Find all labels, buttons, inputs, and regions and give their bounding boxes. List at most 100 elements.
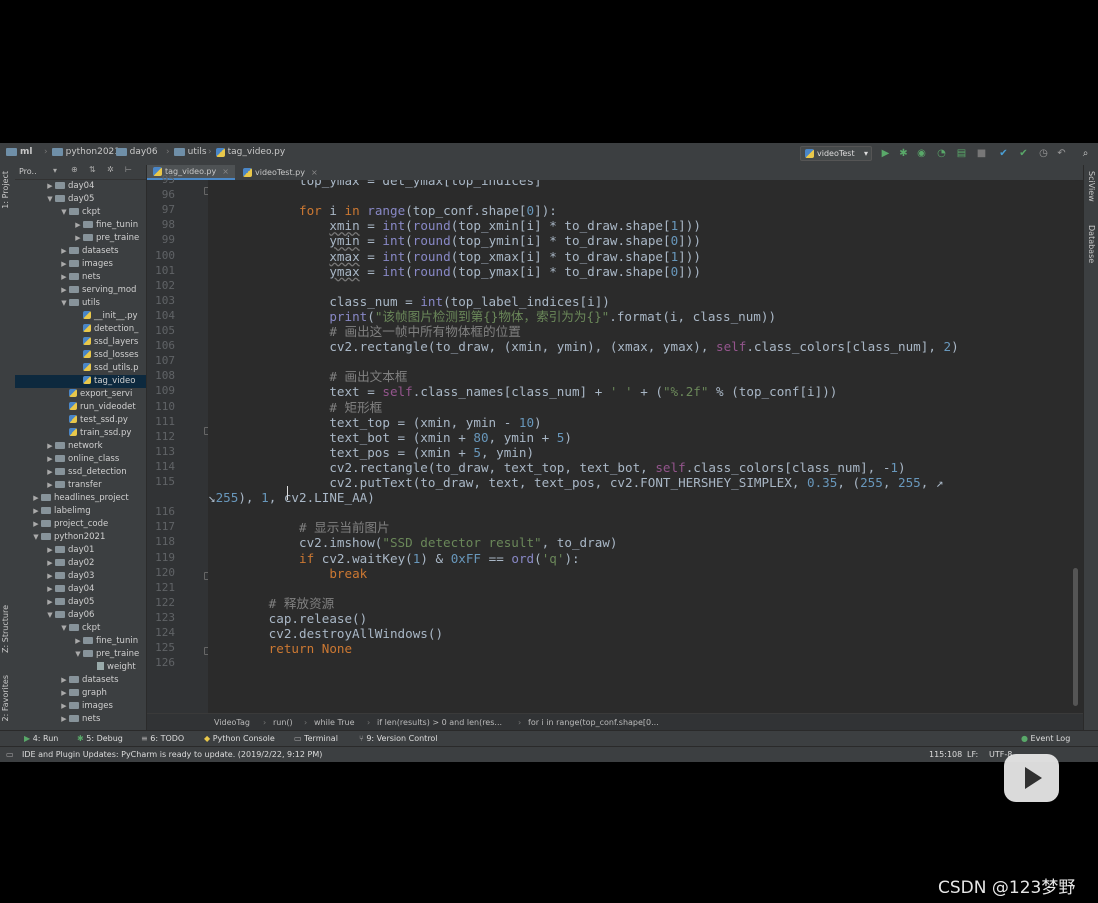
collapsed-arrow-icon[interactable]: ▶: [73, 219, 83, 232]
breadcrumb-class[interactable]: VideoTag: [214, 714, 250, 731]
collapsed-arrow-icon[interactable]: ▶: [59, 700, 69, 713]
collapsed-arrow-icon[interactable]: ▶: [45, 440, 55, 453]
nav-crumb-file[interactable]: › tag_video.py: [204, 147, 285, 157]
version-control-tool-button[interactable]: ⑂ 9: Version Control: [359, 731, 438, 747]
breadcrumb-method[interactable]: run(): [273, 714, 293, 731]
project-tool-tab[interactable]: 1: Project: [1, 171, 10, 209]
run-tool-button[interactable]: ▶ 4: Run: [24, 731, 58, 747]
collapsed-arrow-icon[interactable]: ▶: [45, 180, 55, 193]
status-message[interactable]: IDE and Plugin Updates: PyCharm is ready…: [22, 747, 322, 762]
event-log-button[interactable]: ● Event Log: [1021, 731, 1070, 747]
tree-item[interactable]: ssd_utils.p: [15, 362, 146, 375]
debug-icon[interactable]: ✱: [898, 148, 909, 159]
tree-item[interactable]: ▶ graph: [15, 687, 146, 700]
tree-item[interactable]: run_videodet: [15, 401, 146, 414]
collapsed-arrow-icon[interactable]: ▶: [45, 479, 55, 492]
notification-icon[interactable]: ▭: [6, 747, 14, 762]
tree-item[interactable]: weight: [15, 661, 146, 674]
tree-item[interactable]: ▶ nets: [15, 271, 146, 284]
tree-item[interactable]: ▶ headlines_project: [15, 492, 146, 505]
breadcrumb-if[interactable]: if len(results) > 0 and len(res...: [377, 714, 502, 731]
tree-item[interactable]: ▼ pre_traine: [15, 648, 146, 661]
collapsed-arrow-icon[interactable]: ▶: [45, 544, 55, 557]
tree-item[interactable]: ▶ transfer: [15, 479, 146, 492]
expanded-arrow-icon[interactable]: ▼: [45, 193, 55, 206]
expanded-arrow-icon[interactable]: ▼: [45, 609, 55, 622]
collapsed-arrow-icon[interactable]: ▶: [73, 635, 83, 648]
tree-item[interactable]: ▶ pre_traine: [15, 232, 146, 245]
tree-item[interactable]: ▶ ssd_detection: [15, 466, 146, 479]
tree-item[interactable]: ▶ labelimg: [15, 505, 146, 518]
code-editor[interactable]: top_ymax = det_ymax[top_indices] for i i…: [208, 180, 1075, 713]
project-view-select[interactable]: Pro..: [19, 167, 37, 176]
tree-item[interactable]: ▶ day03: [15, 570, 146, 583]
tree-item[interactable]: train_ssd.py: [15, 427, 146, 440]
tree-item[interactable]: ▶ serving_mod: [15, 284, 146, 297]
tree-item[interactable]: tag_video: [15, 375, 146, 388]
collapsed-arrow-icon[interactable]: ▶: [59, 284, 69, 297]
python-console-tool-button[interactable]: ◆ Python Console: [204, 731, 275, 747]
tree-item[interactable]: export_servi: [15, 388, 146, 401]
tree-item[interactable]: test_ssd.py: [15, 414, 146, 427]
collapsed-arrow-icon[interactable]: ▶: [45, 466, 55, 479]
collapsed-arrow-icon[interactable]: ▶: [73, 232, 83, 245]
close-icon[interactable]: ×: [311, 165, 318, 180]
nav-crumb-utils[interactable]: › utils: [162, 147, 207, 157]
chevron-down-icon[interactable]: ▾: [53, 166, 57, 175]
collapsed-arrow-icon[interactable]: ▶: [59, 687, 69, 700]
collapsed-arrow-icon[interactable]: ▶: [45, 583, 55, 596]
collapsed-arrow-icon[interactable]: ▶: [45, 453, 55, 466]
todo-tool-button[interactable]: ≡ 6: TODO: [141, 731, 184, 747]
tree-item[interactable]: ▶ datasets: [15, 245, 146, 258]
caret-position[interactable]: 115:108: [929, 747, 962, 762]
expanded-arrow-icon[interactable]: ▼: [59, 297, 69, 310]
tree-item[interactable]: __init__.py: [15, 310, 146, 323]
tree-item[interactable]: ▼ day05: [15, 193, 146, 206]
video-play-button[interactable]: [1004, 754, 1059, 802]
hide-icon[interactable]: ⊢: [125, 165, 132, 174]
collapsed-arrow-icon[interactable]: ▶: [45, 570, 55, 583]
run-config-select[interactable]: videoTest ▾: [800, 146, 872, 161]
editor-scrollbar[interactable]: [1073, 568, 1078, 706]
search-icon[interactable]: ⌕: [1080, 148, 1091, 159]
expanded-arrow-icon[interactable]: ▼: [59, 622, 69, 635]
collapsed-arrow-icon[interactable]: ▶: [59, 245, 69, 258]
tree-item[interactable]: ▶ nets: [15, 713, 146, 726]
tree-item[interactable]: detection_: [15, 323, 146, 336]
tab-videotest[interactable]: videoTest.py ×: [237, 165, 327, 180]
sciview-tool-tab[interactable]: SciView: [1087, 171, 1096, 202]
vcs-commit-icon[interactable]: ✔: [1018, 148, 1029, 159]
tree-item[interactable]: ▶ datasets: [15, 674, 146, 687]
tree-item[interactable]: ▼ day06: [15, 609, 146, 622]
breadcrumb-while[interactable]: while True: [314, 714, 355, 731]
history-icon[interactable]: ◷: [1038, 148, 1049, 159]
tree-item[interactable]: ▶ day04: [15, 180, 146, 193]
collapsed-arrow-icon[interactable]: ▶: [59, 258, 69, 271]
structure-tool-tab[interactable]: Z: Structure: [1, 605, 10, 653]
profile-icon[interactable]: ◔: [936, 148, 947, 159]
tree-item[interactable]: ▶ day01: [15, 544, 146, 557]
concurrency-icon[interactable]: ▤: [956, 148, 967, 159]
favorites-tool-tab[interactable]: 2: Favorites: [1, 675, 10, 721]
tree-item[interactable]: ▶ online_class: [15, 453, 146, 466]
tree-item[interactable]: ▶ day04: [15, 583, 146, 596]
tree-item[interactable]: ssd_layers: [15, 336, 146, 349]
collapsed-arrow-icon[interactable]: ▶: [45, 557, 55, 570]
tree-item[interactable]: ▶ images: [15, 700, 146, 713]
terminal-tool-button[interactable]: ▭ Terminal: [294, 731, 338, 747]
collapsed-arrow-icon[interactable]: ▶: [59, 713, 69, 726]
locate-icon[interactable]: ⊕: [71, 165, 78, 174]
breadcrumb-for[interactable]: for i in range(top_conf.shape[0...: [528, 714, 659, 731]
tree-item[interactable]: ▼ ckpt: [15, 206, 146, 219]
collapsed-arrow-icon[interactable]: ▶: [59, 674, 69, 687]
collapsed-arrow-icon[interactable]: ▶: [45, 596, 55, 609]
nav-crumb-ml[interactable]: ml: [6, 147, 32, 157]
stop-icon[interactable]: ■: [976, 148, 987, 159]
line-separator[interactable]: LF:: [967, 747, 978, 762]
tree-item[interactable]: ▶ fine_tunin: [15, 219, 146, 232]
collapsed-arrow-icon[interactable]: ▶: [59, 271, 69, 284]
tree-item[interactable]: ▼ python2021: [15, 531, 146, 544]
tree-item[interactable]: ▶ images: [15, 258, 146, 271]
collapsed-arrow-icon[interactable]: ▶: [31, 492, 41, 505]
expanded-arrow-icon[interactable]: ▼: [31, 531, 41, 544]
